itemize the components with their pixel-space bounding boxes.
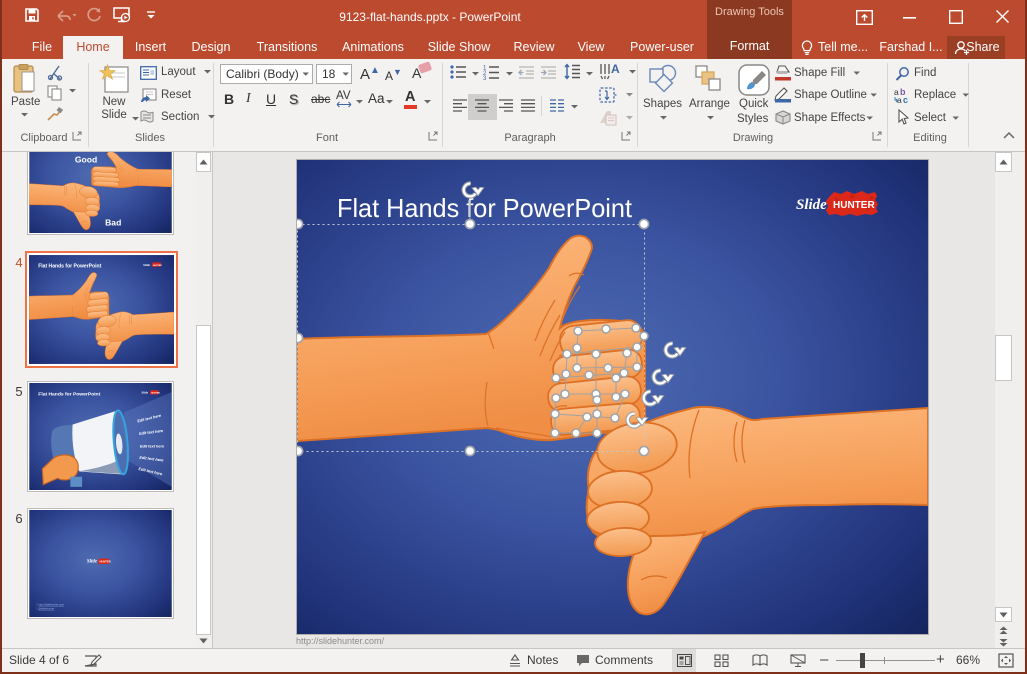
svg-text:Good: Good [75,155,97,165]
svg-text:Slide: Slide [796,197,827,213]
svg-text:A: A [611,63,620,76]
svg-text:Flat Hands for PowerPoint: Flat Hands for PowerPoint [38,264,101,270]
svg-text:Bad: Bad [105,218,121,228]
svg-text:Slide: Slide [143,263,150,267]
svg-text:3: 3 [483,76,487,80]
svg-text:HUNTER: HUNTER [153,265,162,267]
svg-text:HUNTER: HUNTER [833,200,875,211]
svg-text:Slide: Slide [141,391,148,395]
svg-text:Flat Hands for PowerPoint: Flat Hands for PowerPoint [38,391,100,397]
svg-text:Flat Hands for PowerPoint: Flat Hands for PowerPoint [337,193,633,223]
svg-text:Slide: Slide [87,560,98,565]
svg-text:Edit text here: Edit text here [140,444,165,448]
svg-text:HUNTER: HUNTER [151,393,160,395]
svg-text:a: a [897,95,902,104]
svg-text:c: c [903,95,908,104]
